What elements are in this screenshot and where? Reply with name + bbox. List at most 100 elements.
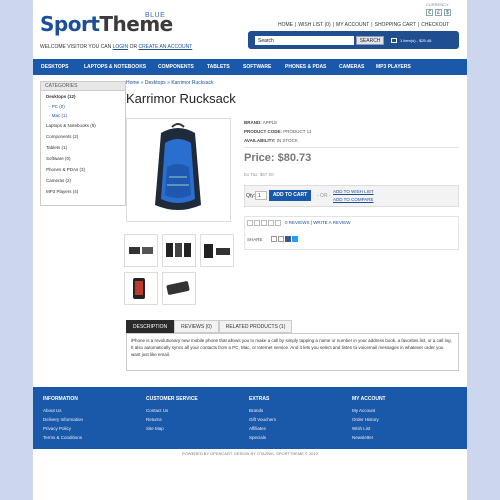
footer-information: INFORMATION About Us Delivery Informatio… (43, 396, 83, 442)
nav-desktops[interactable]: DESKTOPS (41, 59, 68, 75)
top-link-wishlist[interactable]: WISH LIST (0) (296, 22, 332, 28)
footer-heading: CUSTOMER SERVICE (146, 396, 198, 402)
star-icon (268, 220, 274, 226)
nav-software[interactable]: SOFTWARE (243, 59, 271, 75)
login-link[interactable]: LOGIN (113, 44, 129, 50)
star-icon (247, 220, 253, 226)
nav-components[interactable]: COMPONENTS (158, 59, 194, 75)
breadcrumb-product[interactable]: Karrimor Rucksack (171, 80, 213, 86)
sidebar-item-pc[interactable]: - PC (0) (41, 102, 125, 111)
sidebar-item-mp3[interactable]: MP3 Players (4) (41, 186, 125, 197)
footer-link-contact[interactable]: Contact Us (146, 406, 198, 415)
footer-link-affiliates[interactable]: Affiliates (249, 424, 276, 433)
print-icon[interactable] (278, 236, 284, 242)
search-button[interactable]: SEARCH (356, 36, 384, 45)
footer-extras: EXTRAS Brands Gift Vouchers Affiliates S… (249, 396, 276, 442)
nav-laptops[interactable]: LAPTOPS & NOTEBOOKS (84, 59, 146, 75)
cart-summary[interactable]: 1 item(s) - $25.48 (391, 35, 457, 46)
sidebar-item-phones[interactable]: Phones & PDAs (3) (41, 164, 125, 175)
availability-row: AVAILABILITY: IN STOCK (244, 136, 311, 145)
footer-link-returns[interactable]: Returns (146, 415, 198, 424)
footer-link-orders[interactable]: Order History (352, 415, 386, 424)
breadcrumb-desktops[interactable]: Desktops (145, 80, 166, 86)
search-input[interactable]: Search (255, 36, 354, 45)
currency-dollar-button[interactable]: $ (444, 9, 451, 16)
main-nav: DESKTOPS LAPTOPS & NOTEBOOKS COMPONENTS … (33, 59, 467, 75)
phone-thumb-4 (133, 278, 145, 299)
welcome-text: WELCOME VISITOR YOU CAN LOGIN OR CREATE … (40, 44, 192, 50)
product-description: iPhone is a revolutionary new mobile pho… (126, 333, 459, 371)
code-row: PRODUCT CODE: PRODUCT 11 (244, 127, 311, 136)
footer-my-account: MY ACCOUNT My Account Order History Wish… (352, 396, 386, 442)
add-to-compare-link[interactable]: ADD TO COMPARE (333, 196, 374, 204)
thumbnail-2[interactable] (162, 234, 196, 267)
footer-link-sitemap[interactable]: Site Map (146, 424, 198, 433)
footer-link-about[interactable]: About Us (43, 406, 83, 415)
brand-link[interactable]: APPLE (263, 120, 278, 125)
logo-subtitle: BLUE (145, 12, 166, 19)
code-value: PRODUCT 11 (283, 129, 312, 134)
footer-link-privacy[interactable]: Privacy Policy (43, 424, 83, 433)
availability-label: AVAILABILITY: (244, 138, 276, 143)
logo-sport: Sport (40, 12, 100, 36)
thumbnail-3[interactable] (200, 234, 234, 267)
wishlist-compare-links: ADD TO WISH LIST ADD TO COMPARE (333, 188, 374, 204)
sidebar-title: CATEGORIES (41, 82, 125, 91)
sidebar-item-software[interactable]: Software (0) (41, 153, 125, 164)
footer-link-newsletter[interactable]: Newsletter (352, 433, 386, 442)
sidebar-item-cameras[interactable]: Cameras (2) (41, 175, 125, 186)
product-main-image[interactable] (126, 118, 231, 222)
breadcrumb-home[interactable]: Home (126, 80, 139, 86)
footer-link-account[interactable]: My Account (352, 406, 386, 415)
write-review-link[interactable]: WRITE A REVIEW (313, 220, 350, 225)
currency-switcher: € £ $ (426, 9, 451, 16)
currency-pound-button[interactable]: £ (435, 9, 442, 16)
brand-label: BRAND: (244, 120, 262, 125)
footer-link-brands[interactable]: Brands (249, 406, 276, 415)
star-icon (261, 220, 267, 226)
nav-phones[interactable]: PHONES & PDAS (285, 59, 326, 75)
thumbnail-5[interactable] (162, 272, 196, 305)
qty-input[interactable]: 1 (255, 191, 267, 200)
footer-link-vouchers[interactable]: Gift Vouchers (249, 415, 276, 424)
footer-link-wishlist[interactable]: Wish List (352, 424, 386, 433)
thumbnail-4[interactable] (124, 272, 158, 305)
tab-description[interactable]: DESCRIPTION (126, 320, 175, 333)
page: SportTheme BLUE WELCOME VISITOR YOU CAN … (33, 0, 467, 500)
or-separator: - OR - (317, 193, 331, 199)
sidebar-item-components[interactable]: Components (2) (41, 131, 125, 142)
facebook-icon[interactable] (285, 236, 291, 242)
tab-reviews[interactable]: REVIEWS (0) (174, 320, 219, 333)
thumbnail-1[interactable] (124, 234, 158, 267)
backpack-image (155, 123, 201, 210)
product-price: Price: $80.73 (244, 152, 312, 164)
breadcrumb: Home » Desktops » Karrimor Rucksack (126, 80, 214, 86)
phone-thumb-5 (166, 281, 190, 295)
footer-link-delivery[interactable]: Delivery Information (43, 415, 83, 424)
add-to-wishlist-link[interactable]: ADD TO WISH LIST (333, 188, 374, 196)
twitter-icon[interactable] (292, 236, 298, 242)
tab-related[interactable]: RELATED PRODUCTS (1) (218, 320, 293, 333)
sidebar-item-mac[interactable]: - Mac (1) (41, 111, 125, 120)
footer-link-specials[interactable]: Specials (249, 433, 276, 442)
brand-row: BRAND: APPLE (244, 118, 311, 127)
top-link-checkout[interactable]: CHECKOUT (419, 22, 451, 28)
reviews-count-link[interactable]: 0 REVIEWS (285, 220, 310, 225)
top-link-account[interactable]: MY ACCOUNT (334, 22, 371, 28)
nav-cameras[interactable]: CAMERAS (339, 59, 364, 75)
rating-stars (247, 220, 281, 226)
nav-mp3[interactable]: MP3 PLAYERS (376, 59, 411, 75)
product-tabs: DESCRIPTION REVIEWS (0) RELATED PRODUCTS… (126, 320, 293, 333)
add-to-cart-button[interactable]: ADD TO CART (269, 190, 311, 201)
top-link-home[interactable]: HOME (276, 22, 295, 28)
email-icon[interactable] (271, 236, 277, 242)
share-label[interactable]: SHARE (247, 237, 263, 242)
currency-euro-button[interactable]: € (426, 9, 433, 16)
create-account-link[interactable]: CREATE AN ACCOUNT (138, 44, 192, 50)
sidebar-item-laptops[interactable]: Laptops & Notebooks (5) (41, 120, 125, 131)
sidebar-item-desktops[interactable]: Desktops (12) (41, 91, 125, 102)
sidebar-item-tablets[interactable]: Tablets (1) (41, 142, 125, 153)
top-link-cart[interactable]: SHOPPING CART (373, 22, 418, 28)
footer-link-terms[interactable]: Terms & Conditions (43, 433, 83, 442)
nav-tablets[interactable]: TABLETS (207, 59, 230, 75)
